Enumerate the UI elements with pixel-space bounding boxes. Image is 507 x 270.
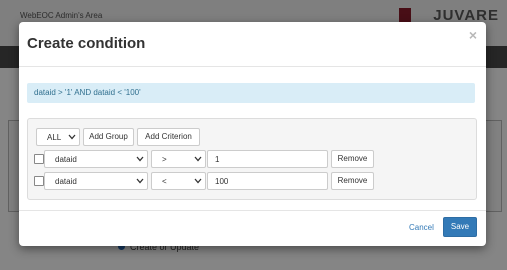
- field-value: dataid: [55, 155, 77, 164]
- close-icon[interactable]: ×: [469, 27, 477, 43]
- field-select[interactable]: dataid: [44, 172, 148, 190]
- operator-select[interactable]: >: [151, 150, 206, 168]
- save-button[interactable]: Save: [443, 217, 477, 237]
- modal-footer: Cancel Save: [19, 210, 486, 247]
- group-operator-value: ALL: [47, 133, 62, 142]
- chevron-down-icon: [136, 156, 144, 162]
- row-checkbox[interactable]: [34, 154, 44, 164]
- operator-value: >: [162, 155, 167, 164]
- operator-select[interactable]: <: [151, 172, 206, 190]
- chevron-down-icon: [68, 134, 76, 140]
- add-criterion-button[interactable]: Add Criterion: [137, 128, 200, 146]
- value-input[interactable]: 1: [207, 150, 328, 168]
- field-value: dataid: [55, 177, 77, 186]
- value-text: 1: [215, 155, 220, 164]
- value-input[interactable]: 100: [207, 172, 328, 190]
- row-checkbox[interactable]: [34, 176, 44, 186]
- chevron-down-icon: [194, 178, 202, 184]
- condition-builder: ALL Add Group Add Criterion dataid > 1 R…: [27, 118, 477, 200]
- remove-button[interactable]: Remove: [331, 172, 374, 190]
- query-preview: dataid > '1' AND dataid < '100': [27, 83, 475, 103]
- operator-value: <: [162, 177, 167, 186]
- remove-button[interactable]: Remove: [331, 150, 374, 168]
- query-text: dataid > '1' AND dataid < '100': [34, 88, 141, 97]
- modal-header: Create condition ×: [19, 22, 486, 67]
- cancel-button[interactable]: Cancel: [409, 223, 434, 232]
- field-select[interactable]: dataid: [44, 150, 148, 168]
- add-group-button[interactable]: Add Group: [83, 128, 134, 146]
- chevron-down-icon: [136, 178, 144, 184]
- value-text: 100: [215, 177, 229, 186]
- chevron-down-icon: [194, 156, 202, 162]
- create-condition-modal: Create condition × dataid > '1' AND data…: [19, 22, 486, 246]
- modal-title: Create condition: [27, 35, 146, 52]
- group-operator-select[interactable]: ALL: [36, 128, 80, 146]
